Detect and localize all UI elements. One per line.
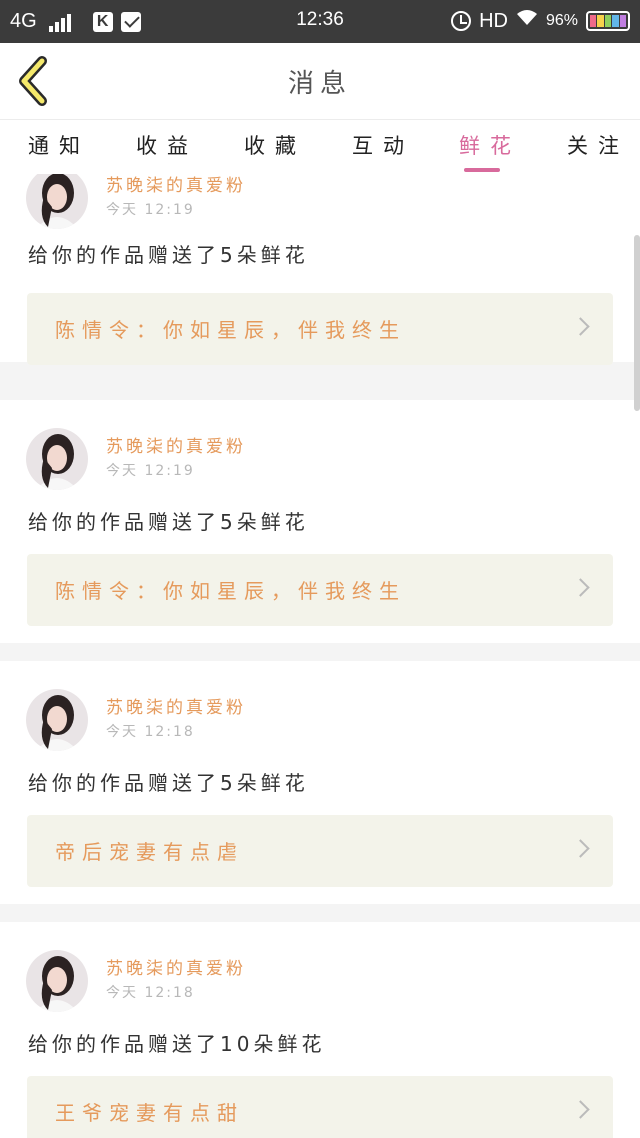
work-title: 帝后宠妻有点虐 <box>55 840 244 864</box>
status-bar: 4G K 12:36 HD 96% <box>0 0 640 43</box>
list-item: 苏晚柒的真爱粉 今天 12:19 给你的作品赠送了5朵鲜花 陈情令：你如星辰，伴… <box>0 400 640 643</box>
active-tab-indicator <box>464 168 500 172</box>
avatar[interactable] <box>26 428 88 490</box>
gift-message: 给你的作品赠送了10朵鲜花 <box>28 1032 326 1056</box>
work-link[interactable]: 王爷宠妻有点甜 <box>27 1076 613 1138</box>
battery-percent: 96% <box>545 12 578 29</box>
work-title: 王爷宠妻有点甜 <box>55 1101 244 1125</box>
tab-notifications[interactable]: 通知 <box>28 130 90 160</box>
flower-feed[interactable]: 苏晚柒的真爱粉 今天 12:19 给你的作品赠送了5朵鲜花 陈情令：你如星辰，伴… <box>0 174 640 1138</box>
chevron-right-icon <box>571 578 590 597</box>
work-link[interactable]: 陈情令：你如星辰，伴我终生 <box>27 554 613 626</box>
list-item: 苏晚柒的真爱粉 今天 12:19 给你的作品赠送了5朵鲜花 陈情令：你如星辰，伴… <box>0 174 640 365</box>
timestamp: 今天 12:19 <box>106 463 195 479</box>
gift-message: 给你的作品赠送了5朵鲜花 <box>28 243 309 267</box>
chevron-right-icon <box>571 317 590 336</box>
username[interactable]: 苏晚柒的真爱粉 <box>106 432 246 457</box>
list-item: 苏晚柒的真爱粉 今天 12:18 给你的作品赠送了5朵鲜花 帝后宠妻有点虐 <box>0 661 640 904</box>
username[interactable]: 苏晚柒的真爱粉 <box>106 174 246 196</box>
avatar[interactable] <box>26 950 88 1012</box>
alarm-icon <box>451 11 472 31</box>
username[interactable]: 苏晚柒的真爱粉 <box>106 693 246 718</box>
tab-bar: 通知 收益 收藏 互动 鲜花 关注 <box>0 119 640 174</box>
timestamp: 今天 12:18 <box>106 724 195 740</box>
tab-favorites[interactable]: 收藏 <box>244 130 306 160</box>
tab-following[interactable]: 关注 <box>567 130 629 160</box>
timestamp: 今天 12:18 <box>106 985 195 1001</box>
work-title: 陈情令：你如星辰，伴我终生 <box>55 318 406 342</box>
tab-earnings[interactable]: 收益 <box>136 130 198 160</box>
scrollbar[interactable] <box>634 235 640 411</box>
list-item: 苏晚柒的真爱粉 今天 12:18 给你的作品赠送了10朵鲜花 王爷宠妻有点甜 <box>0 922 640 1138</box>
wifi-icon <box>516 9 538 33</box>
page-title: 消息 <box>287 69 352 99</box>
tab-flowers[interactable]: 鲜花 <box>459 130 521 160</box>
timestamp: 今天 12:19 <box>106 202 195 218</box>
tab-interactions[interactable]: 互动 <box>352 130 414 160</box>
username[interactable]: 苏晚柒的真爱粉 <box>106 954 246 979</box>
avatar[interactable] <box>26 689 88 751</box>
hd-label: HD <box>479 9 508 32</box>
work-link[interactable]: 帝后宠妻有点虐 <box>27 815 613 887</box>
chevron-right-icon <box>571 839 590 858</box>
chevron-right-icon <box>571 1100 590 1119</box>
avatar[interactable] <box>26 174 88 229</box>
header: 消息 <box>0 43 640 119</box>
work-link[interactable]: 陈情令：你如星辰，伴我终生 <box>27 293 613 365</box>
gift-message: 给你的作品赠送了5朵鲜花 <box>28 510 309 534</box>
work-title: 陈情令：你如星辰，伴我终生 <box>55 579 406 603</box>
battery-icon <box>586 11 630 31</box>
gift-message: 给你的作品赠送了5朵鲜花 <box>28 771 309 795</box>
